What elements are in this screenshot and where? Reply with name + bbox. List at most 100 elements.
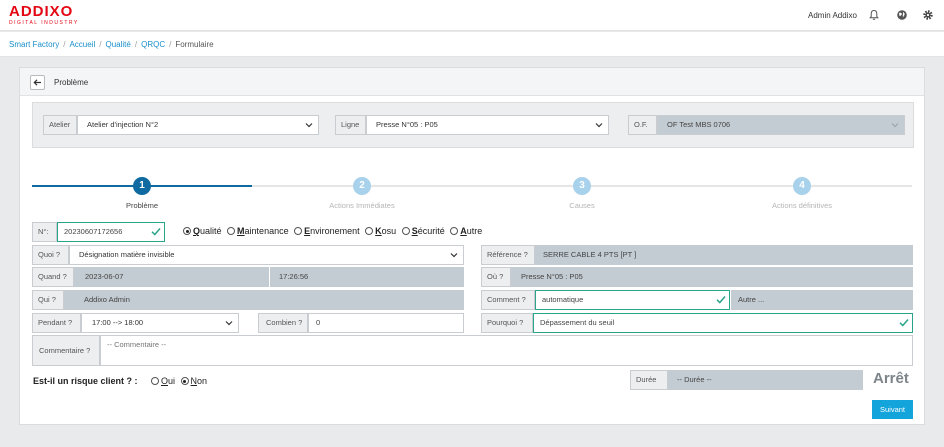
of-label: O.F. [628,115,657,135]
breadcrumb-smart-factory[interactable]: Smart Factory [9,40,59,49]
step-3-circle[interactable]: 3 [573,177,591,195]
duree-value: -- Durée -- [677,375,712,384]
of-select[interactable]: OF Test MBS 0706 [657,115,905,135]
radio-maintenance[interactable]: Maintenance [227,226,289,236]
qui-label: Qui ? [32,290,64,310]
breadcrumb: Smart Factory / Accueil / Qualité / QRQC / Formu… [9,40,214,49]
radio-securite[interactable]: Sécurité [401,226,445,236]
breadcrumb-qualite[interactable]: Qualité [106,40,131,49]
radio-dot [183,227,191,235]
reference-input[interactable]: SERRE CABLE 4 PTS [PT ] [535,245,913,265]
breadcrumb-bar: Smart Factory / Accueil / Qualité / QRQC / Formu… [0,32,944,57]
comment-other-input[interactable]: Autre ... [731,290,913,310]
pendant-label: Pendant ? [32,313,81,333]
quoi-value: Désignation matière invisible [79,250,175,259]
user-name[interactable]: Admin Addixo [808,11,857,20]
risk-question: Est-il un risque client ? : [33,376,138,386]
brand-logo[interactable]: ADDIXO DIGITAL INDUSTRY [9,4,79,26]
radio-dot [450,227,459,235]
type-radio-group: Qualité Maintenance Environement Kosu Sé… [183,226,485,236]
ou-value: Presse N°05 : P05 [521,272,583,281]
step-1-circle[interactable]: 1 [133,177,151,195]
step-4-label: Actions définitives [771,201,833,210]
step-3-label: Causes [569,201,595,210]
breadcrumb-accueil[interactable]: Accueil [69,40,95,49]
gear-icon[interactable] [922,9,934,21]
step-1-label: Problème [125,201,159,210]
step-2-circle[interactable]: 2 [353,177,371,195]
no-input[interactable]: 20230607172656 [57,222,165,242]
selector-panel: Atelier Atelier d'injection N°2 Ligne Pr… [32,102,914,148]
qui-value: Addixo Admin [84,295,130,304]
radio-environement[interactable]: Environement [294,226,360,236]
comment-label: Comment ? [481,290,535,310]
form-card: Problème Atelier Atelier d'injection N°2… [19,67,925,425]
pourquoi-input[interactable]: Dépassement du seuil [533,313,913,333]
chevron-down-icon [305,123,313,128]
chevron-down-icon [595,123,603,128]
reference-value: SERRE CABLE 4 PTS [PT ] [543,250,637,259]
atelier-value: Atelier d'injection N°2 [87,120,159,129]
next-button[interactable]: Suivant [872,400,913,419]
quand-label: Quand ? [32,267,74,287]
commentaire-textarea[interactable] [100,335,913,366]
radio-non[interactable]: Non [180,376,207,386]
breadcrumb-formulaire: Formulaire [175,40,214,49]
no-value: 20230607172656 [64,227,123,236]
radio-dot [180,377,189,385]
pendant-select[interactable]: 17:00 --> 18:00 [81,313,239,333]
check-icon [899,319,909,327]
radio-oui[interactable]: Oui [151,376,175,386]
ligne-label: Ligne [335,115,366,135]
progress-stepper: 1 2 3 4 Problème Actions Immédiates Caus… [32,174,912,210]
radio-dot [294,227,303,235]
combien-label: Combien ? [258,313,308,333]
check-icon [716,296,726,304]
combien-value: 0 [316,318,321,327]
comment-value: automatique [542,295,584,304]
pourquoi-label: Pourquoi ? [481,313,533,333]
radio-qualite[interactable]: Qualité [183,226,222,236]
radio-autre[interactable]: Autre [450,226,482,236]
quoi-label: Quoi ? [32,245,69,265]
ou-label: Où ? [481,267,511,287]
card-header: Problème [20,68,924,96]
card-title: Problème [54,78,89,87]
no-label: N°: [32,222,57,242]
risk-radio-group: Oui Non [151,376,210,386]
quand-time-input[interactable]: 17:26:56 [270,267,464,287]
chevron-down-icon [450,253,458,258]
qui-input[interactable]: Addixo Admin [64,290,464,310]
ou-input[interactable]: Presse N°05 : P05 [511,267,913,287]
arrow-left-icon [33,79,41,86]
quoi-select[interactable]: Désignation matière invisible [69,245,464,265]
radio-dot [151,377,159,385]
comment-other-value: Autre ... [738,295,765,304]
of-value: OF Test MBS 0706 [667,120,731,129]
pendant-value: 17:00 --> 18:00 [92,318,144,327]
ligne-value: Presse N°05 : P05 [376,120,438,129]
duree-input[interactable]: -- Durée -- [668,370,863,390]
arret-label: Arrêt [873,370,909,387]
quand-date-value: 2023-06-07 [85,272,124,281]
brand-tagline: DIGITAL INDUSTRY [9,20,79,26]
radio-dot [401,227,410,235]
check-icon [151,228,161,236]
step-2-label: Actions Immédiates [329,201,395,210]
atelier-label: Atelier [43,115,77,135]
back-button[interactable] [30,75,45,90]
combien-input[interactable]: 0 [308,313,464,333]
chevron-down-icon [225,321,233,326]
quand-date-input[interactable]: 2023-06-07 [74,267,269,287]
bell-icon[interactable] [868,9,880,21]
globe-icon[interactable] [896,9,908,21]
quand-time-value: 17:26:56 [279,272,309,281]
ligne-select[interactable]: Presse N°05 : P05 [366,115,609,135]
step-4-circle[interactable]: 4 [793,177,811,195]
comment-input[interactable]: automatique [535,290,730,310]
atelier-select[interactable]: Atelier d'injection N°2 [77,115,319,135]
breadcrumb-qrqc[interactable]: QRQC [141,40,165,49]
radio-kosu[interactable]: Kosu [365,226,396,236]
chevron-down-icon [891,123,899,128]
duree-label: Durée [630,370,668,390]
